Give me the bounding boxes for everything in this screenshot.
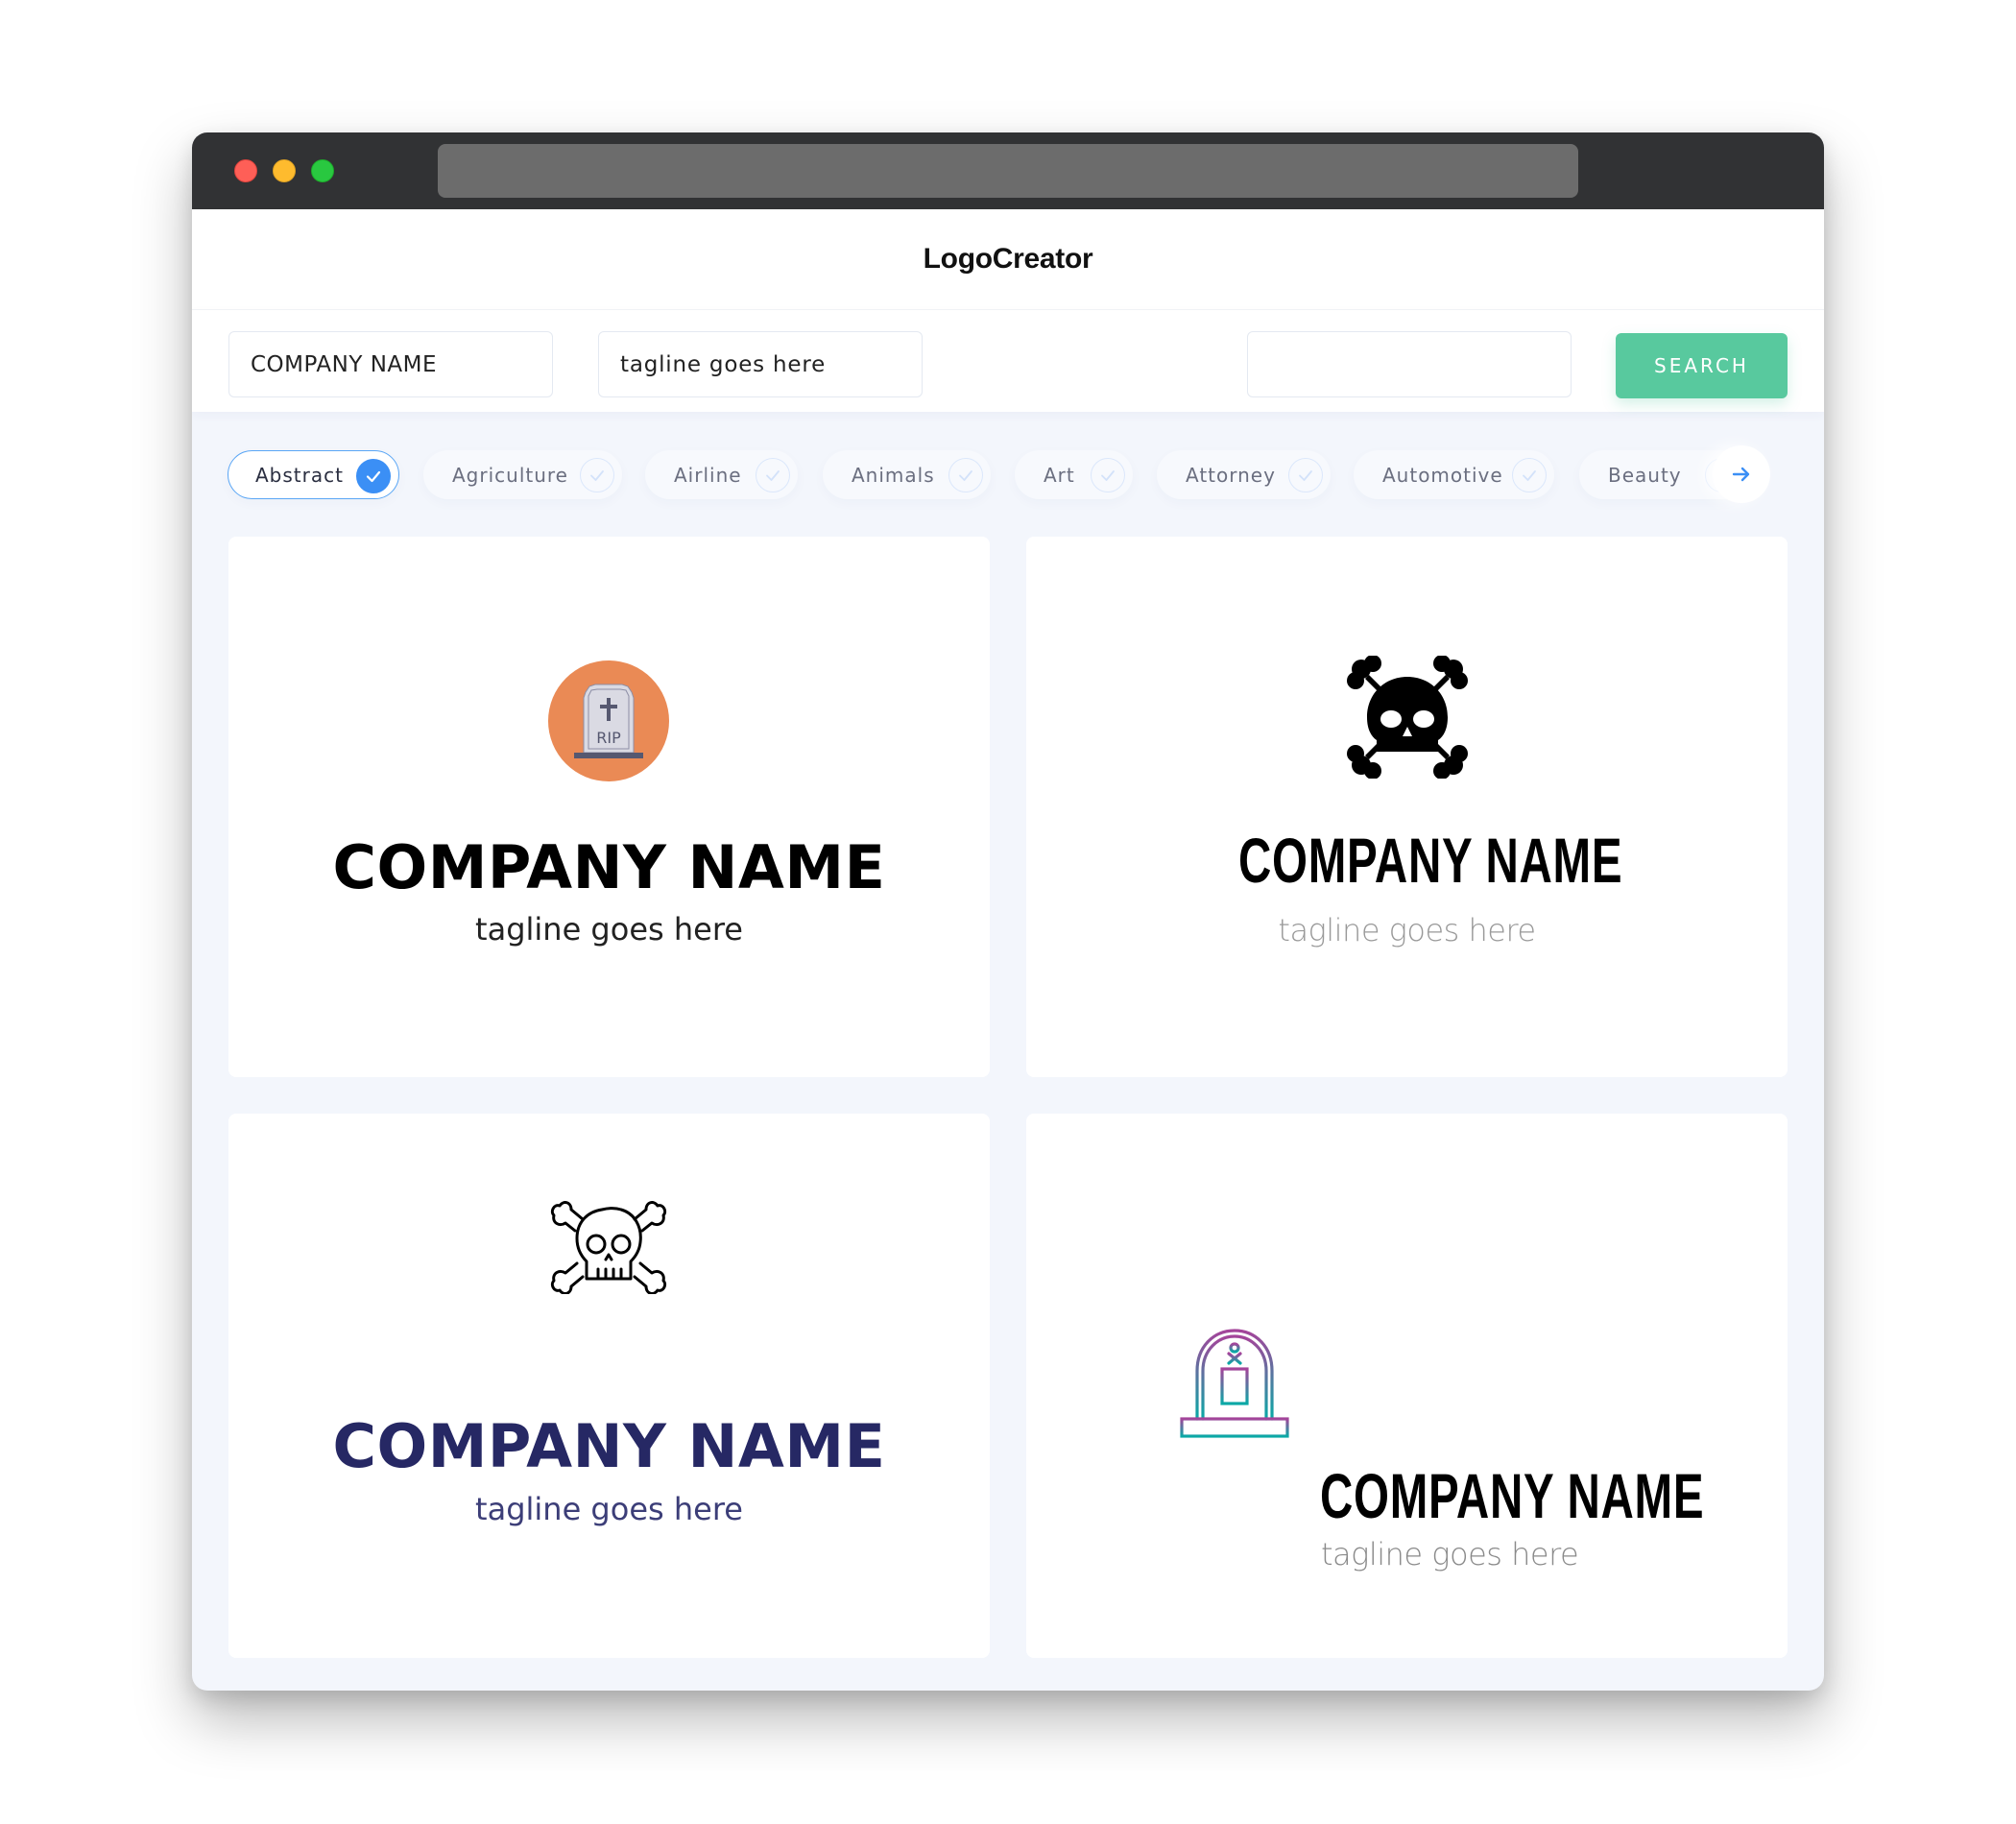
browser-window: LogoCreator COMPANY NAME tagline goes he… <box>192 132 1824 1691</box>
skull-crossbones-outline-icon <box>550 1201 667 1294</box>
keyword-input[interactable] <box>1247 331 1572 397</box>
logo-card[interactable]: COMPANY NAME tagline goes here <box>228 1114 990 1658</box>
maximize-window-button[interactable] <box>311 159 334 182</box>
category-chip-art[interactable]: Art <box>1015 450 1133 499</box>
category-label: Attorney <box>1186 463 1276 487</box>
category-chip-automotive[interactable]: Automotive <box>1354 450 1554 499</box>
address-bar[interactable] <box>438 144 1578 198</box>
category-label: Automotive <box>1382 463 1503 487</box>
logo-card[interactable]: COMPANY NAME tagline goes here <box>1026 1114 1788 1658</box>
search-panel: COMPANY NAME tagline goes here SEARCH <box>192 309 1824 412</box>
check-icon <box>1091 458 1125 492</box>
category-chip-animals[interactable]: Animals <box>823 450 991 499</box>
check-icon <box>756 458 790 492</box>
check-icon <box>1512 458 1547 492</box>
logo-company-name: COMPANY NAME <box>332 832 886 902</box>
next-categories-button[interactable] <box>1713 445 1770 503</box>
category-chip-agriculture[interactable]: Agriculture <box>423 450 622 499</box>
logo-tagline: tagline goes here <box>475 911 743 948</box>
category-chip-abstract[interactable]: Abstract <box>228 450 399 499</box>
category-label: Airline <box>674 463 742 487</box>
category-label: Beauty <box>1608 463 1682 487</box>
tagline-input[interactable]: tagline goes here <box>598 331 923 397</box>
check-icon <box>948 458 983 492</box>
category-chip-airline[interactable]: Airline <box>645 450 798 499</box>
skull-crossbones-solid-icon <box>1347 656 1468 779</box>
check-icon <box>1288 458 1323 492</box>
logo-company-name: COMPANY NAME <box>1238 825 1623 896</box>
logo-card[interactable]: COMPANY NAME tagline goes here <box>1026 537 1788 1077</box>
logo-company-name: COMPANY NAME <box>332 1411 886 1481</box>
title-bar <box>192 132 1824 209</box>
category-label: Agriculture <box>452 463 568 487</box>
close-window-button[interactable] <box>234 159 257 182</box>
category-label: Art <box>1044 463 1075 487</box>
logo-company-name: COMPANY NAME <box>1320 1460 1705 1531</box>
logo-tagline: tagline goes here <box>1321 1536 1579 1572</box>
site-header: LogoCreator <box>192 209 1824 309</box>
category-chip-attorney[interactable]: Attorney <box>1157 450 1331 499</box>
svg-text:RIP: RIP <box>596 729 621 747</box>
minimize-window-button[interactable] <box>273 159 296 182</box>
search-button[interactable]: SEARCH <box>1616 333 1788 398</box>
tombstone-gradient-icon <box>1180 1329 1289 1438</box>
logo-tagline: tagline goes here <box>1278 912 1536 948</box>
site-logo[interactable]: LogoCreator <box>924 243 1093 276</box>
category-filter-bar: Abstract Agriculture Airline Animals Art <box>192 412 1824 537</box>
check-icon <box>356 459 391 493</box>
company-name-input[interactable]: COMPANY NAME <box>228 331 553 397</box>
category-label: Animals <box>852 463 935 487</box>
logo-tagline: tagline goes here <box>475 1491 743 1527</box>
tombstone-rip-icon: RIP <box>548 660 669 781</box>
check-icon <box>580 458 614 492</box>
arrow-right-icon <box>1732 467 1750 482</box>
logo-card[interactable]: RIP COMPANY NAME tagline goes here <box>228 537 990 1077</box>
category-label: Abstract <box>255 463 344 487</box>
